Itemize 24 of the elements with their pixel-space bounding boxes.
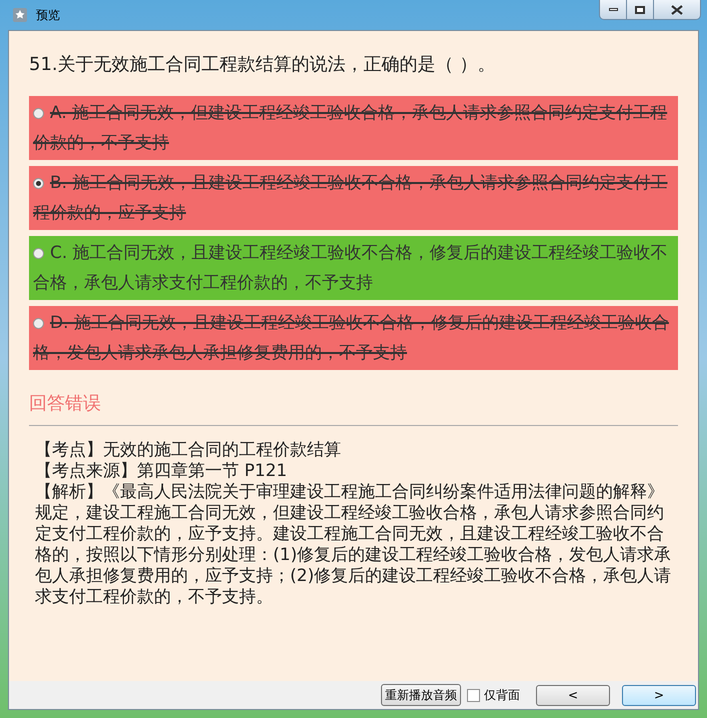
- radio-button[interactable]: [33, 108, 44, 119]
- minimize-button[interactable]: [600, 0, 627, 19]
- explanation-text: 【考点来源】第四章第一节 P121: [35, 461, 288, 482]
- explanation-text: 【解析】《最高人民法院关于审理建设工程施工合同纠纷案件适用法律问题的解释》规定，建设工程施工合同无效，但建设工程经竣工验收合格，承包人请求参照合同约定支付工程价款的，应予支持。建设工程施工合同无效，且建设工程经竣工验收不合格的，按照以下情形分别处理：(1)修复后的建设工程经竣工验收合格，发包人请求承包人承担修复费用的，应予支持；(2)修复后的建设工程经竣工验收不合格，承包人请求支付工程价款的，不予支持。: [35, 482, 672, 608]
- answer-option[interactable]: B. 施工合同无效，且建设工程经竣工验收不合格，承包人请求参照合同约定支付工程价款的，应予支持: [29, 166, 678, 230]
- replay-audio-button[interactable]: 重新播放音频: [381, 684, 461, 706]
- window-title: 预览: [36, 7, 60, 24]
- radio-button[interactable]: [33, 178, 44, 189]
- maximize-button[interactable]: [627, 0, 654, 19]
- result-text: 回答错误: [29, 392, 102, 416]
- checkbox[interactable]: [467, 688, 480, 702]
- checkbox-label: 仅背面: [484, 687, 520, 704]
- explanation-text: 【考点】无效的施工合同的工程价款结算: [35, 440, 342, 461]
- question-text: 51.关于无效施工合同工程款结算的说法，正确的是（ ）。: [29, 53, 496, 77]
- radio-button[interactable]: [33, 318, 44, 329]
- radio-button[interactable]: [33, 248, 44, 259]
- answer-option[interactable]: C. 施工合同无效，且建设工程经竣工验收不合格，修复后的建设工程经竣工验收不合格，承包人请求支付工程价款的，不予支持: [29, 236, 678, 300]
- previous-button[interactable]: <: [536, 684, 610, 706]
- answer-option[interactable]: A. 施工合同无效，但建设工程经竣工验收合格，承包人请求参照合同约定支付工程价款的，不予支持: [29, 96, 678, 160]
- next-button[interactable]: >: [622, 684, 696, 706]
- close-icon: [671, 4, 683, 14]
- close-button[interactable]: [654, 0, 700, 19]
- answer-option[interactable]: D. 施工合同无效，且建设工程经竣工验收不合格，修复后的建设工程经竣工验收合格，发包人请求承包人承担修复费用的，不予支持: [29, 306, 678, 370]
- app-icon: [12, 7, 28, 23]
